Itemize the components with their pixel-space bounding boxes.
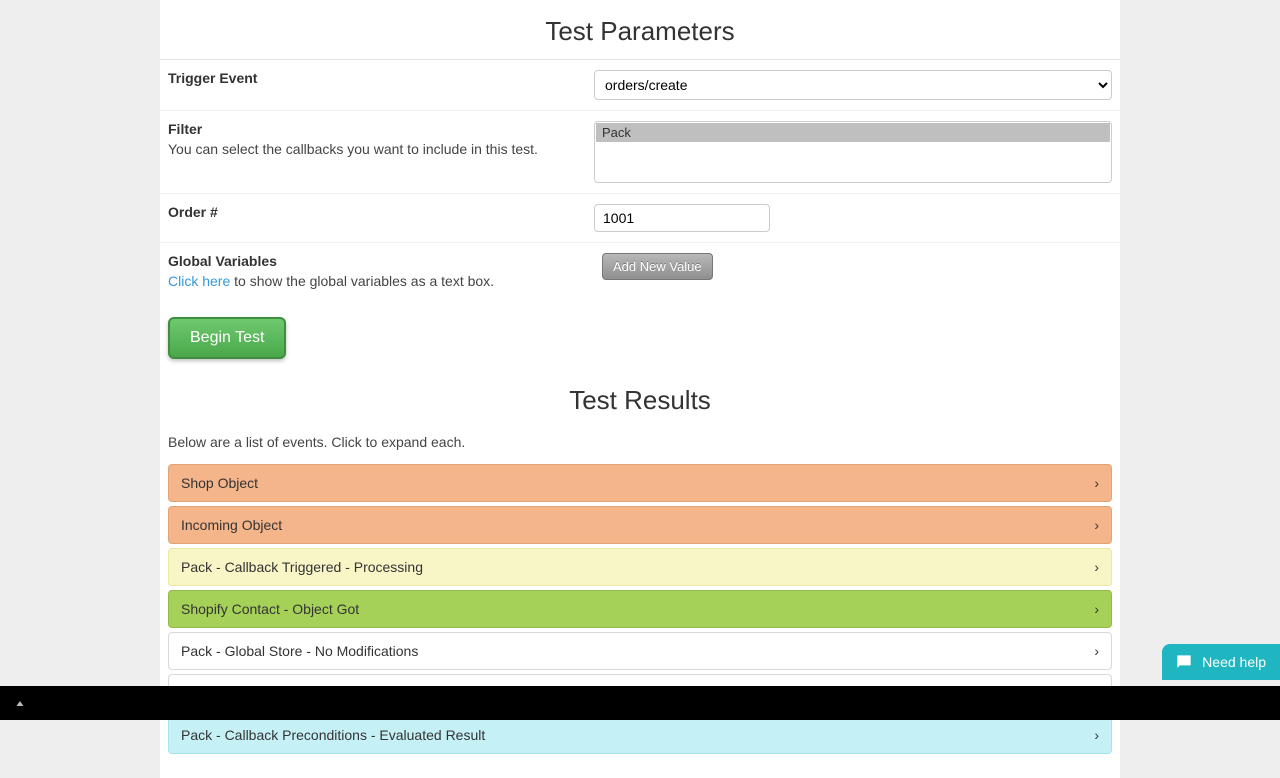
add-new-value-button[interactable]: Add New Value: [602, 253, 713, 280]
globals-help: Click here to show the global variables …: [168, 273, 580, 289]
result-item-label: Shopify Contact - Object Got: [181, 601, 359, 617]
result-item-label: Incoming Object: [181, 517, 282, 533]
globals-help-rest: to show the global variables as a text b…: [230, 273, 494, 289]
chevron-right-icon: ›: [1094, 601, 1099, 617]
order-input[interactable]: [594, 204, 770, 232]
test-parameters-title: Test Parameters: [160, 10, 1120, 59]
filter-help: You can select the callbacks you want to…: [168, 141, 580, 157]
footer-bar: ▲: [0, 686, 1280, 720]
test-results-title: Test Results: [160, 379, 1120, 428]
order-row: Order #: [160, 194, 1120, 243]
order-label: Order #: [168, 204, 580, 220]
globals-label: Global Variables: [168, 253, 580, 269]
result-item[interactable]: Pack - Callback Triggered - Processing ›: [168, 548, 1112, 586]
result-item-label: Pack - Callback Triggered - Processing: [181, 559, 423, 575]
trigger-select[interactable]: orders/create: [594, 70, 1112, 100]
chat-icon: [1174, 652, 1194, 672]
begin-test-button[interactable]: Begin Test: [168, 317, 286, 359]
globals-control: Add New Value: [594, 253, 1112, 289]
chevron-right-icon: ›: [1094, 475, 1099, 491]
help-widget[interactable]: Need help: [1162, 644, 1280, 680]
order-control: [594, 204, 1112, 232]
globals-link[interactable]: Click here: [168, 273, 230, 289]
trigger-label: Trigger Event: [168, 70, 580, 86]
globals-label-wrap: Global Variables Click here to show the …: [168, 253, 594, 289]
filter-control: Pack: [594, 121, 1112, 183]
result-item-label: Pack - Global Store - No Modifications: [181, 643, 418, 659]
result-item[interactable]: Shop Object ›: [168, 464, 1112, 502]
result-item-label: Pack - Callback Preconditions - Evaluate…: [181, 727, 485, 743]
chevron-right-icon: ›: [1094, 559, 1099, 575]
result-item-label: Shop Object: [181, 475, 258, 491]
footer-caret-icon[interactable]: ▲: [14, 698, 26, 708]
result-item[interactable]: Shopify Contact - Object Got ›: [168, 590, 1112, 628]
filter-label: Filter: [168, 121, 580, 137]
filter-listbox[interactable]: Pack: [594, 121, 1112, 183]
trigger-row: Trigger Event orders/create: [160, 60, 1120, 111]
help-label: Need help: [1202, 654, 1266, 670]
chevron-right-icon: ›: [1094, 517, 1099, 533]
result-item[interactable]: Pack - Callback Preconditions - Evaluate…: [168, 716, 1112, 754]
result-item[interactable]: Pack - Global Store - No Modifications ›: [168, 632, 1112, 670]
trigger-control: orders/create: [594, 70, 1112, 100]
page-container: Test Parameters Trigger Event orders/cre…: [160, 0, 1120, 778]
filter-label-wrap: Filter You can select the callbacks you …: [168, 121, 594, 183]
result-item[interactable]: Incoming Object ›: [168, 506, 1112, 544]
results-intro: Below are a list of events. Click to exp…: [160, 428, 1120, 460]
filter-row: Filter You can select the callbacks you …: [160, 111, 1120, 194]
chevron-right-icon: ›: [1094, 727, 1099, 743]
chevron-right-icon: ›: [1094, 643, 1099, 659]
globals-row: Global Variables Click here to show the …: [160, 243, 1120, 299]
trigger-label-wrap: Trigger Event: [168, 70, 594, 100]
filter-option-pack[interactable]: Pack: [596, 123, 1110, 142]
order-label-wrap: Order #: [168, 204, 594, 232]
